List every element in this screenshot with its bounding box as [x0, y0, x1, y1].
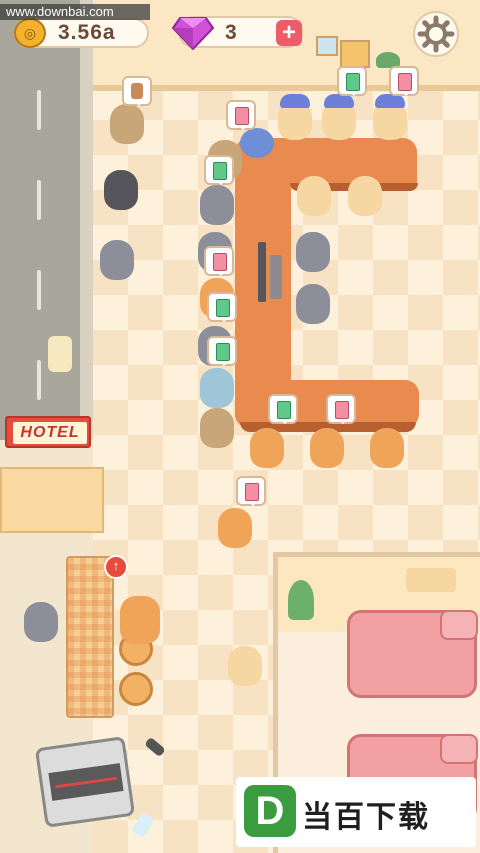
customer-cat[interactable] — [200, 185, 234, 225]
customer-cat[interactable] — [100, 240, 134, 280]
book-request-bubble[interactable] — [207, 336, 237, 366]
customer-cat[interactable] — [370, 428, 404, 468]
upgrade-button[interactable]: ↑ — [104, 555, 128, 579]
book-request-bubble[interactable] — [236, 476, 266, 506]
staff-cat[interactable] — [296, 232, 330, 272]
coffee-request-bubble[interactable] — [122, 76, 152, 106]
pillow — [440, 734, 478, 764]
gear-icon — [417, 15, 455, 53]
side-shelf — [0, 467, 104, 533]
gem-amount: 3 — [225, 21, 237, 44]
book-request-bubble[interactable] — [207, 292, 237, 322]
book-request-bubble[interactable] — [204, 155, 234, 185]
dining-table[interactable] — [66, 556, 114, 718]
watermark: www.downbai.com — [0, 4, 150, 20]
customer-cat[interactable] — [250, 428, 284, 468]
coin-icon: ◎ — [14, 18, 46, 48]
customer-cat[interactable] — [104, 170, 138, 210]
picture-frame — [316, 36, 338, 56]
sidewalk — [80, 0, 93, 440]
diner-cat[interactable] — [24, 602, 58, 642]
book-request-bubble[interactable] — [389, 66, 419, 96]
book-request-bubble[interactable] — [337, 66, 367, 96]
walking-cat[interactable] — [228, 646, 262, 686]
lane-marking — [37, 360, 41, 400]
pillow — [440, 610, 478, 640]
hotel-sign-label: HOTEL — [13, 422, 87, 444]
book-request-bubble[interactable] — [204, 246, 234, 276]
book-request-bubble[interactable] — [226, 100, 256, 130]
keyboard — [270, 255, 282, 299]
book-request-bubble[interactable] — [326, 394, 356, 424]
hat-icon — [280, 94, 310, 108]
gem-icon — [172, 17, 214, 50]
customer-cat[interactable] — [310, 428, 344, 468]
customer-cat[interactable] — [200, 408, 234, 448]
plant-icon — [288, 580, 314, 620]
add-gems-button[interactable]: + — [276, 20, 302, 46]
settings-button[interactable] — [413, 11, 459, 57]
computer-monitor — [258, 242, 266, 302]
walking-cat[interactable] — [218, 508, 252, 548]
staff-cat[interactable] — [296, 284, 330, 324]
picture-frame — [340, 40, 370, 68]
coin-amount: 3.56a — [58, 21, 116, 44]
cake-icon — [48, 336, 72, 372]
customer-cat[interactable] — [200, 368, 234, 408]
lane-marking — [37, 180, 41, 220]
stool — [119, 672, 153, 706]
logo-mark: D — [244, 785, 296, 837]
staff-cat[interactable] — [348, 176, 382, 216]
logo-text: 当百下载 — [302, 801, 430, 834]
lane-marking — [37, 90, 41, 130]
book-request-bubble[interactable] — [268, 394, 298, 424]
staff-cat[interactable] — [297, 176, 331, 216]
lane-marking — [37, 270, 41, 310]
room-shelf — [406, 568, 456, 592]
diner-cat[interactable] — [120, 596, 160, 644]
